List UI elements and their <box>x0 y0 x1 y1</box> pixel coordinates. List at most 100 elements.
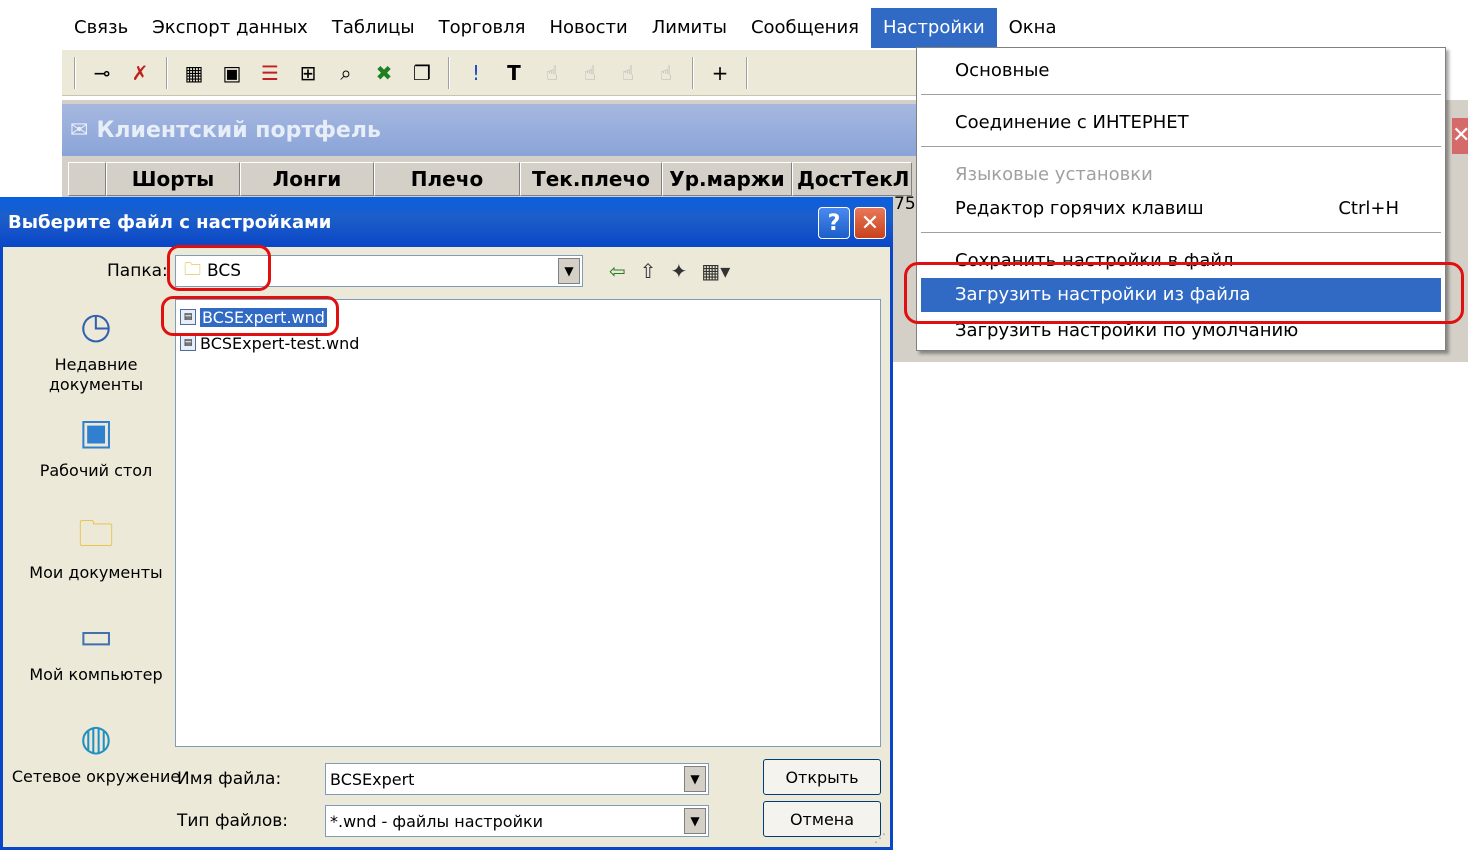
menu-connection[interactable]: Связь <box>62 8 140 48</box>
help-button[interactable]: ? <box>818 207 850 239</box>
filename-label: Имя файла: <box>177 769 282 789</box>
place-network[interactable]: ◍ Сетевое окружение <box>11 715 181 787</box>
portfolio-title: Клиентский портфель <box>96 117 381 143</box>
menu-item-hotkeys[interactable]: Редактор горячих клавиш Ctrl+H <box>921 192 1441 226</box>
folder-label: Папка: <box>107 261 168 281</box>
cancel-button[interactable]: Отмена <box>763 801 881 837</box>
dialog-title: Выберите файл с настройками <box>8 211 332 233</box>
menu-tables[interactable]: Таблицы <box>320 8 427 48</box>
close-button[interactable]: ✕ <box>854 207 886 239</box>
toolbar-separator <box>746 56 748 89</box>
globe-icon: ◍ <box>80 718 112 759</box>
chevron-down-icon[interactable]: ▼ <box>684 808 706 834</box>
menu-item-label: Редактор горячих клавиш <box>955 198 1204 219</box>
place-label: Недавние документы <box>48 355 144 394</box>
place-label: Рабочий стол <box>39 461 153 480</box>
hand-cancel-icon[interactable]: ☝ <box>650 57 682 89</box>
highlight-ring <box>904 262 1464 324</box>
table-cell: 75 <box>894 194 916 214</box>
portfolio-close-icon[interactable]: ✕ <box>1452 118 1468 154</box>
place-my-computer[interactable]: ▭ Мой компьютер <box>11 613 181 685</box>
dialog-title-bar: Выберите файл с настройками <box>0 197 893 247</box>
highlight-ring <box>161 296 339 336</box>
shortcut-label: Ctrl+H <box>1338 198 1399 219</box>
file-name: BCSExpert-test.wnd <box>200 333 360 353</box>
text-icon[interactable]: T <box>498 57 530 89</box>
toolbar-separator <box>692 56 694 89</box>
menu-item-label: Основные <box>955 60 1050 81</box>
view-menu-icon[interactable]: ▦▾ <box>701 259 730 283</box>
open-settings-dialog: Выберите файл с настройками ? ✕ Папка: 🗀… <box>0 197 893 850</box>
places-bar: ◷ Недавние документы ▣ Рабочий стол 🗀 Мо… <box>11 297 180 837</box>
column-header[interactable]: Лонги <box>240 162 374 196</box>
menu-export[interactable]: Экспорт данных <box>140 8 320 48</box>
row-selector-header <box>68 162 106 196</box>
column-header[interactable]: Тек.плечо <box>520 162 662 196</box>
place-my-documents[interactable]: 🗀 Мои документы <box>11 511 181 583</box>
place-label: Сетевое окружение <box>11 767 181 786</box>
column-header[interactable]: Шорты <box>106 162 240 196</box>
envelope-icon: ✉ <box>70 117 89 143</box>
file-list[interactable]: ▤ BCSExpert.wnd ▤ BCSExpert-test.wnd <box>175 299 881 747</box>
chevron-down-icon[interactable]: ▼ <box>684 766 706 792</box>
desktop-icon: ▣ <box>78 412 113 453</box>
copy-icon[interactable]: ❐ <box>406 57 438 89</box>
back-icon[interactable]: ⇦ <box>609 259 626 283</box>
column-header[interactable]: ДостТекЛ <box>792 162 912 196</box>
connect-icon[interactable]: ⊸ <box>86 57 118 89</box>
search-table-icon[interactable]: ⌕ <box>330 57 362 89</box>
place-desktop[interactable]: ▣ Рабочий стол <box>11 409 181 481</box>
menu-separator <box>921 94 1441 96</box>
menu-news[interactable]: Новости <box>537 8 639 48</box>
file-icon: ▤ <box>180 335 196 351</box>
place-label: Мой компьютер <box>29 665 163 684</box>
menu-trading[interactable]: Торговля <box>427 8 538 48</box>
place-recent[interactable]: ◷ Недавние документы <box>11 303 181 395</box>
menu-separator <box>921 232 1441 234</box>
hand-buy-icon[interactable]: ☝ <box>574 57 606 89</box>
alert-icon[interactable]: ! <box>460 57 492 89</box>
delete-order-icon[interactable]: ✖ <box>368 57 400 89</box>
toolbar-separator <box>74 56 76 89</box>
menu-separator <box>921 146 1441 148</box>
toolbar-separator <box>448 56 450 89</box>
filetype-select[interactable]: *.wnd - файлы настройки ▼ <box>325 805 709 837</box>
highlight-ring <box>167 245 271 291</box>
portfolio-table-header: Шорты Лонги Плечо Тек.плечо Ур.маржи Дос… <box>68 162 912 196</box>
menu-item-label: Соединение с ИНТЕРНЕТ <box>955 112 1189 133</box>
column-header[interactable]: Ур.маржи <box>662 162 792 196</box>
portfolio-title-bar: ✉ Клиентский портфель <box>62 104 922 156</box>
dialog-nav-toolbar: ⇦ ⇧ ✦ ▦▾ <box>609 259 730 283</box>
resize-grip-icon[interactable]: ⋰ <box>874 831 888 845</box>
filetype-label: Тип файлов: <box>177 811 288 831</box>
clock-document-icon: ◷ <box>80 306 112 347</box>
up-folder-icon[interactable]: ⇧ <box>640 259 657 283</box>
menu-messages[interactable]: Сообщения <box>739 8 871 48</box>
place-label: Мои документы <box>29 563 163 582</box>
column-header[interactable]: Плечо <box>374 162 520 196</box>
disconnect-icon[interactable]: ✗ <box>124 57 156 89</box>
filename-value: BCSExpert <box>330 769 415 789</box>
quotes-icon[interactable]: ▣ <box>216 57 248 89</box>
toolbar-separator <box>166 56 168 89</box>
menu-windows[interactable]: Окна <box>997 8 1069 48</box>
new-folder-icon[interactable]: ✦ <box>671 259 688 283</box>
hand-sell-icon[interactable]: ☝ <box>612 57 644 89</box>
portfolio-icon[interactable]: ⊞ <box>292 57 324 89</box>
open-button[interactable]: Открыть <box>763 759 881 795</box>
menu-item-label: Языковые установки <box>955 164 1153 185</box>
folder-icon: 🗀 <box>77 514 114 555</box>
menu-item-internet[interactable]: Соединение с ИНТЕРНЕТ <box>921 106 1441 140</box>
plus-icon[interactable]: + <box>704 57 736 89</box>
chevron-down-icon[interactable]: ▼ <box>558 258 580 284</box>
chart-icon[interactable]: ▦ <box>178 57 210 89</box>
table-icon[interactable]: ☰ <box>254 57 286 89</box>
menu-bar: Связь Экспорт данных Таблицы Торговля Но… <box>62 8 1442 48</box>
menu-item-language: Языковые установки <box>921 158 1441 192</box>
hand-icon[interactable]: ☝ <box>536 57 568 89</box>
menu-settings[interactable]: Настройки <box>870 8 997 48</box>
toolbar: ⊸ ✗ ▦ ▣ ☰ ⊞ ⌕ ✖ ❐ ! T ☝ ☝ ☝ ☝ + <box>62 50 918 96</box>
menu-limits[interactable]: Лимиты <box>640 8 739 48</box>
menu-item-basic[interactable]: Основные <box>921 54 1441 88</box>
filename-field[interactable]: BCSExpert ▼ <box>325 763 709 795</box>
